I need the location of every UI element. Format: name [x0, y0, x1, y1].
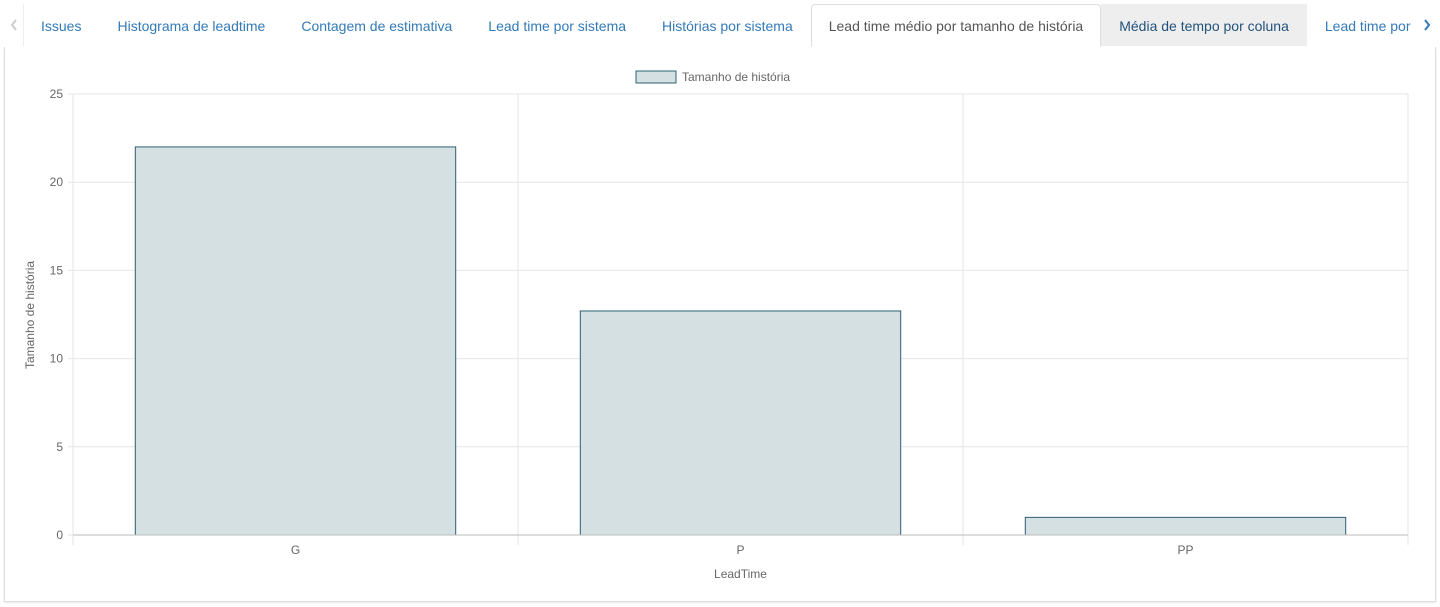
tab-list: Issues Histograma de leadtime Contagem de …: [23, 4, 1416, 47]
tab-scroll-left-button[interactable]: [4, 4, 24, 46]
y-tick-label: 25: [50, 87, 64, 101]
x-tick-label: PP: [1177, 543, 1193, 557]
chart-legend[interactable]: Tamanho de história: [635, 70, 790, 84]
tab-7[interactable]: Lead time por: [1307, 4, 1416, 46]
chart-panel: 0 5 10 15 20 25 G P PP Tamanho de história Taman…: [4, 47, 1436, 602]
legend-swatch: [635, 70, 677, 84]
bar-chart: 0510152025G P PP Tamanho de história Taman…: [23, 70, 1409, 581]
chevron-left-icon: [10, 19, 17, 31]
bar-G[interactable]: [134, 146, 457, 536]
legend-label: Tamanho de história: [682, 70, 790, 84]
x-axis-title: LeadTime: [714, 567, 767, 581]
y-tick-label: 0: [56, 528, 63, 542]
y-tick-label: 10: [50, 352, 64, 366]
x-tick-label: G: [291, 543, 300, 557]
y-tick-label: 5: [56, 440, 63, 454]
y-tick-label: 15: [50, 263, 64, 277]
chevron-right-icon: [1423, 19, 1430, 31]
tab-4[interactable]: Histórias por sistema: [644, 4, 811, 46]
tab-3[interactable]: Lead time por sistema: [470, 4, 644, 46]
bar-P[interactable]: [579, 310, 902, 536]
y-tick-label: 20: [50, 175, 64, 189]
tab-2[interactable]: Contagem de estimativa: [283, 4, 470, 46]
y-axis-title: Tamanho de história: [23, 261, 37, 369]
tab-5[interactable]: Lead time médio por tamanho de história: [810, 4, 1102, 47]
tab-6[interactable]: Média de tempo por coluna: [1101, 4, 1307, 46]
tab-scroll-right-button[interactable]: [1417, 4, 1436, 46]
tab-bar: Issues Histograma de leadtime Contagem de …: [4, 4, 1436, 48]
tab-0[interactable]: Issues: [23, 4, 99, 46]
bar-PP[interactable]: [1024, 516, 1347, 536]
x-tick-label: P: [736, 543, 744, 557]
tab-1[interactable]: Histograma de leadtime: [99, 4, 283, 46]
chart-bars: [134, 146, 1347, 536]
